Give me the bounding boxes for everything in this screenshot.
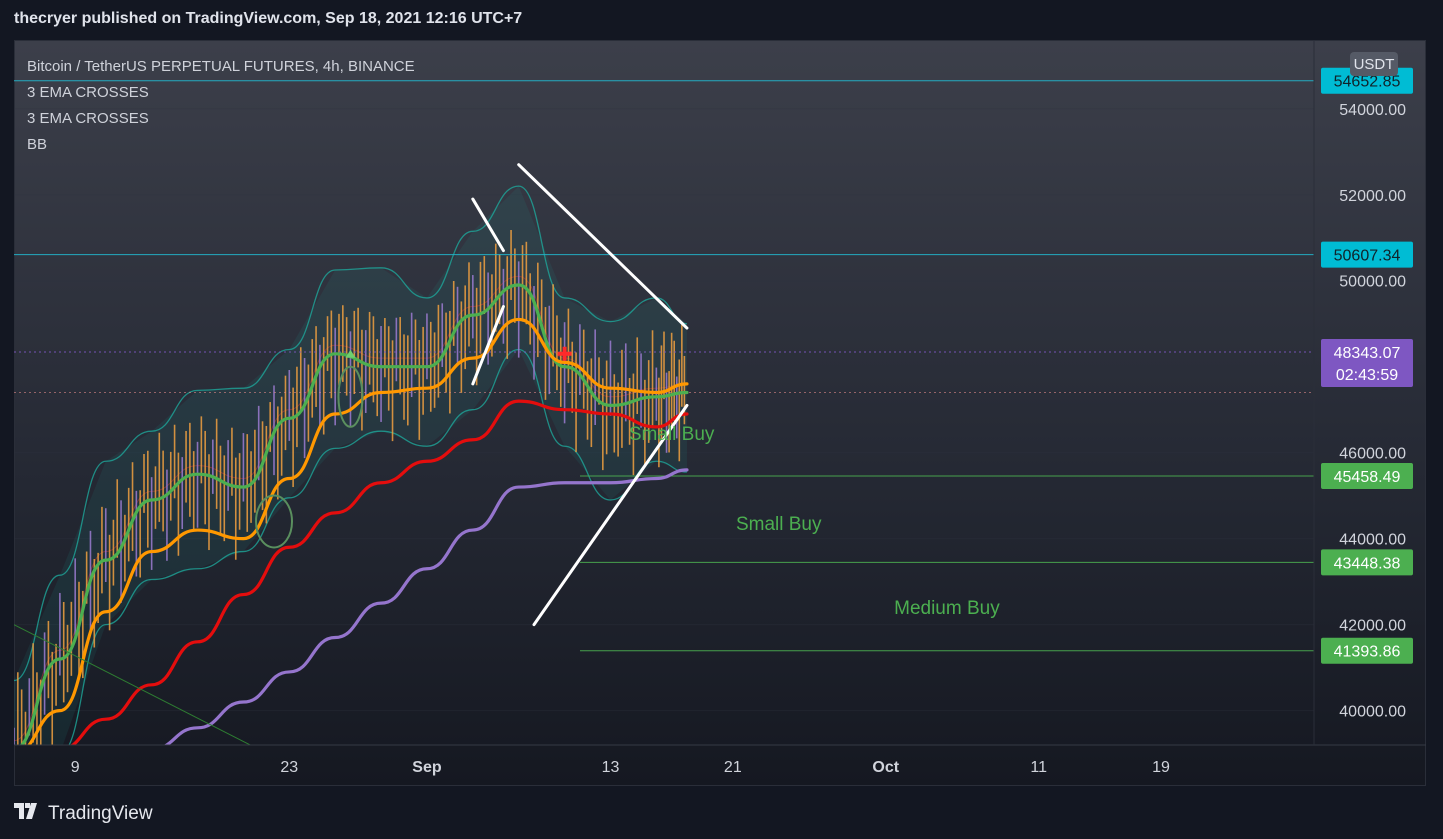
y-tick-label: 46000.00 [1339, 446, 1406, 463]
y-tick-label: 42000.00 [1339, 618, 1406, 635]
footer-brand[interactable]: TradingView [14, 802, 153, 825]
y-tick-label: 50000.00 [1339, 274, 1406, 291]
currency-text: USDT [1354, 56, 1395, 73]
x-tick-label: 19 [1152, 759, 1170, 776]
x-tick-label: 11 [1030, 759, 1047, 776]
y-tick-label: 52000.00 [1339, 188, 1406, 205]
indicator-ema-1[interactable]: 3 EMA CROSSES [27, 80, 415, 106]
countdown-text: 02:43:59 [1336, 367, 1398, 384]
buy-zone-label: Medium Buy [894, 598, 1000, 619]
x-tick-label: 9 [71, 759, 80, 776]
indicator-ema-2[interactable]: 3 EMA CROSSES [27, 106, 415, 132]
buy-zone-label: Small Buy [629, 424, 715, 445]
tradingview-logo-icon [14, 802, 40, 825]
y-tick-label: 40000.00 [1339, 704, 1406, 721]
symbol-title[interactable]: Bitcoin / TetherUS PERPETUAL FUTURES, 4h… [27, 54, 415, 80]
x-axis-ticks: 9 23 Sep 13 21 Oct 11 19 [71, 759, 1170, 776]
y-tick-label: 44000.00 [1339, 532, 1406, 549]
price-label-text: 54652.85 [1334, 74, 1401, 91]
x-tick-label: 21 [724, 759, 742, 776]
bollinger-bands [14, 185, 688, 745]
price-label-text: 45458.49 [1334, 469, 1401, 486]
publish-header: thecryer published on TradingView.com, S… [14, 10, 523, 27]
price-label-text: 41393.86 [1334, 644, 1401, 661]
currency-label: USDT [1350, 52, 1398, 76]
chart-legend: Bitcoin / TetherUS PERPETUAL FUTURES, 4h… [27, 54, 415, 158]
x-tick-label: 13 [602, 759, 620, 776]
price-label-text: 48343.07 [1334, 345, 1401, 362]
x-tick-label: Sep [412, 759, 442, 776]
price-label-text: 43448.38 [1334, 555, 1401, 572]
x-tick-label: Oct [872, 759, 899, 776]
bb-fill [14, 186, 687, 745]
x-tick-label: 23 [280, 759, 298, 776]
indicator-bb[interactable]: BB [27, 132, 415, 158]
y-tick-label: 54000.00 [1339, 102, 1406, 119]
y-axis-ticks: 40000.00 42000.00 44000.00 46000.00 50000.00… [1339, 102, 1406, 721]
price-labels: 54652.85 50607.34 48343.07 02:43:59 45458.49… [1321, 67, 1413, 664]
price-label-text: 50607.34 [1334, 248, 1401, 265]
buy-zone-label: Small Buy [736, 514, 822, 535]
brand-name: TradingView [48, 802, 153, 824]
